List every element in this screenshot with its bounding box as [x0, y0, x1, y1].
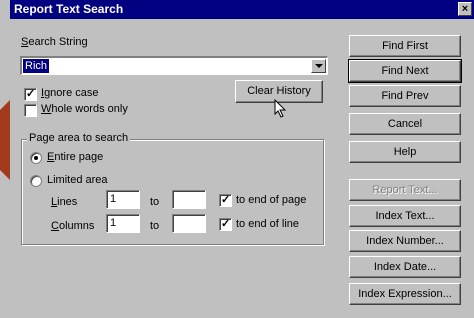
columns-to-label: to — [150, 220, 160, 232]
report-text-search-dialog: Report Text Search × Search String Rich … — [10, 0, 474, 318]
find-first-button[interactable]: Find First — [349, 35, 461, 57]
find-next-button[interactable]: Find Next — [348, 59, 462, 83]
ignore-case-label[interactable]: Ignore case — [41, 87, 99, 99]
index-text-button[interactable]: Index Text... — [349, 205, 461, 227]
entire-page-radio[interactable] — [30, 152, 42, 164]
columns-to-input[interactable] — [172, 214, 206, 233]
entire-page-label[interactable]: Entire page — [47, 151, 103, 163]
whole-words-checkbox[interactable] — [24, 104, 37, 117]
to-end-of-line-checkbox[interactable] — [219, 217, 232, 231]
lines-to-input[interactable] — [172, 190, 206, 209]
to-end-of-page-label[interactable]: to end of page — [236, 194, 306, 206]
limited-area-radio[interactable] — [30, 175, 42, 187]
index-expression-button[interactable]: Index Expression... — [349, 283, 461, 305]
background-decoration — [0, 100, 10, 180]
lines-to-label: to — [150, 196, 160, 208]
search-string-label: Search String — [21, 36, 88, 48]
close-icon: × — [461, 3, 469, 15]
title-bar: Report Text Search × — [10, 0, 474, 19]
search-string-value[interactable]: Rich — [23, 59, 50, 73]
whole-words-label[interactable]: Whole words only — [41, 103, 128, 115]
mouse-pointer-icon — [274, 99, 287, 118]
report-text-button: Report Text... — [349, 179, 461, 201]
cancel-button[interactable]: Cancel — [349, 113, 461, 135]
lines-label: Lines — [51, 196, 78, 208]
limited-area-label[interactable]: Limited area — [47, 174, 108, 186]
columns-label: Columns — [51, 220, 95, 232]
index-number-button[interactable]: Index Number... — [349, 230, 461, 252]
lines-from-input[interactable]: 1 — [106, 190, 140, 209]
to-end-of-line-label[interactable]: to end of line — [236, 218, 299, 230]
find-prev-button[interactable]: Find Prev — [349, 85, 461, 107]
index-date-button[interactable]: Index Date... — [349, 256, 461, 278]
close-button[interactable]: × — [458, 2, 472, 16]
page-area-legend: Page area to search — [27, 132, 131, 144]
ignore-case-checkbox[interactable] — [24, 87, 37, 101]
to-end-of-page-checkbox[interactable] — [219, 193, 232, 207]
dropdown-arrow-icon[interactable] — [311, 59, 326, 73]
help-button[interactable]: Help — [349, 141, 461, 163]
window-title: Report Text Search — [14, 2, 124, 16]
columns-from-input[interactable]: 1 — [106, 214, 140, 233]
search-string-combo[interactable]: Rich — [20, 56, 328, 75]
